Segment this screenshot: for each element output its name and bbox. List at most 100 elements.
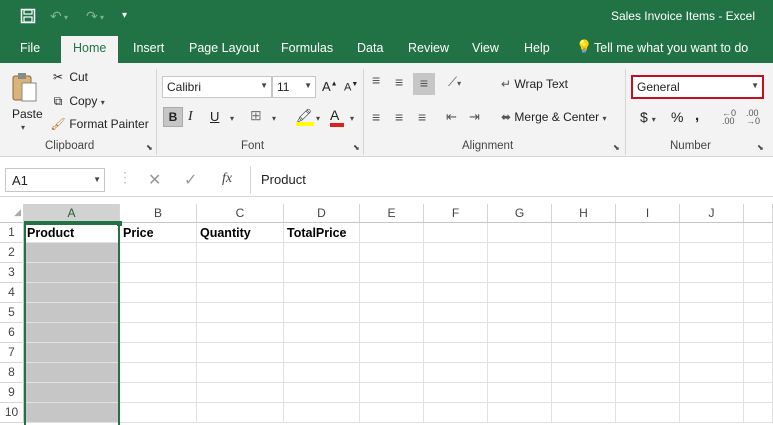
col-header-k[interactable] bbox=[744, 204, 773, 223]
cell-k5[interactable] bbox=[744, 303, 773, 323]
align-left-icon[interactable]: ≡ bbox=[372, 109, 380, 125]
cell-a6[interactable] bbox=[24, 323, 120, 343]
cell-k2[interactable] bbox=[744, 243, 773, 263]
cell-i10[interactable] bbox=[616, 403, 680, 423]
cell-a4[interactable] bbox=[24, 283, 120, 303]
cell-h9[interactable] bbox=[552, 383, 616, 403]
cell-h4[interactable] bbox=[552, 283, 616, 303]
increase-font-icon[interactable]: A▲ bbox=[322, 79, 338, 94]
cell-a1[interactable]: Product bbox=[24, 223, 120, 243]
paste-icon[interactable] bbox=[10, 71, 42, 105]
tab-view[interactable]: View bbox=[472, 41, 499, 55]
cell-e5[interactable] bbox=[360, 303, 424, 323]
cell-f6[interactable] bbox=[424, 323, 488, 343]
cell-j3[interactable] bbox=[680, 263, 744, 283]
cell-g7[interactable] bbox=[488, 343, 552, 363]
row-header[interactable]: 4 bbox=[0, 283, 24, 303]
cell-e10[interactable] bbox=[360, 403, 424, 423]
cell-d4[interactable] bbox=[284, 283, 360, 303]
number-format-combo[interactable]: General ▼ bbox=[631, 75, 764, 99]
cell-d5[interactable] bbox=[284, 303, 360, 323]
row-header[interactable]: 5 bbox=[0, 303, 24, 323]
col-header-i[interactable]: I bbox=[616, 204, 680, 223]
decrease-font-icon[interactable]: A▼ bbox=[344, 81, 358, 94]
row-header[interactable]: 10 bbox=[0, 403, 24, 423]
cell-h3[interactable] bbox=[552, 263, 616, 283]
cell-c3[interactable] bbox=[197, 263, 284, 283]
cell-e1[interactable] bbox=[360, 223, 424, 243]
cell-j1[interactable] bbox=[680, 223, 744, 243]
font-color-icon[interactable]: A bbox=[330, 107, 344, 127]
cell-a8[interactable] bbox=[24, 363, 120, 383]
align-bottom-icon[interactable]: ≡ bbox=[413, 73, 435, 95]
cell-b5[interactable] bbox=[120, 303, 197, 323]
cell-e3[interactable] bbox=[360, 263, 424, 283]
cell-h7[interactable] bbox=[552, 343, 616, 363]
cell-g6[interactable] bbox=[488, 323, 552, 343]
insert-function-icon[interactable]: fx bbox=[222, 171, 232, 187]
enter-icon[interactable]: ✓ bbox=[184, 170, 197, 190]
cell-d7[interactable] bbox=[284, 343, 360, 363]
align-middle-icon[interactable]: ≡ bbox=[395, 74, 403, 90]
cell-c5[interactable] bbox=[197, 303, 284, 323]
cell-k3[interactable] bbox=[744, 263, 773, 283]
col-header-e[interactable]: E bbox=[360, 204, 424, 223]
tab-review[interactable]: Review bbox=[408, 41, 449, 55]
redo-icon[interactable]: ↷ bbox=[86, 8, 98, 25]
italic-button[interactable]: I bbox=[188, 109, 193, 125]
align-center-icon[interactable]: ≡ bbox=[395, 109, 403, 125]
cell-d3[interactable] bbox=[284, 263, 360, 283]
paste-button[interactable]: Paste bbox=[12, 107, 43, 121]
copy-button[interactable]: ⧉ Copy ▾ bbox=[50, 94, 105, 109]
cell-b10[interactable] bbox=[120, 403, 197, 423]
tell-me-search[interactable]: Tell me what you want to do bbox=[594, 41, 748, 55]
cell-k9[interactable] bbox=[744, 383, 773, 403]
cell-c1[interactable]: Quantity bbox=[197, 223, 284, 243]
font-color-dropdown-icon[interactable]: ▾ bbox=[350, 114, 354, 123]
row-header[interactable]: 6 bbox=[0, 323, 24, 343]
wrap-text-button[interactable]: ↵ Wrap Text bbox=[501, 77, 568, 91]
tab-home[interactable]: Home bbox=[61, 36, 119, 63]
cell-i8[interactable] bbox=[616, 363, 680, 383]
name-box[interactable]: A1 ▼ bbox=[5, 168, 105, 192]
number-launcher-icon[interactable]: ⬊ bbox=[757, 143, 764, 152]
underline-button[interactable]: U bbox=[210, 109, 219, 124]
row-header[interactable]: 9 bbox=[0, 383, 24, 403]
cell-k4[interactable] bbox=[744, 283, 773, 303]
comma-button[interactable]: , bbox=[695, 107, 699, 124]
cell-j10[interactable] bbox=[680, 403, 744, 423]
fill-handle[interactable] bbox=[117, 221, 122, 226]
row-header[interactable]: 3 bbox=[0, 263, 24, 283]
redo-dropdown-icon[interactable]: ▾ bbox=[100, 13, 104, 22]
cell-k10[interactable] bbox=[744, 403, 773, 423]
cell-g1[interactable] bbox=[488, 223, 552, 243]
cell-d10[interactable] bbox=[284, 403, 360, 423]
cell-h8[interactable] bbox=[552, 363, 616, 383]
cell-i9[interactable] bbox=[616, 383, 680, 403]
tab-insert[interactable]: Insert bbox=[133, 41, 164, 55]
cell-i3[interactable] bbox=[616, 263, 680, 283]
col-header-h[interactable]: H bbox=[552, 204, 616, 223]
cell-i6[interactable] bbox=[616, 323, 680, 343]
cell-d8[interactable] bbox=[284, 363, 360, 383]
cell-b6[interactable] bbox=[120, 323, 197, 343]
cell-f9[interactable] bbox=[424, 383, 488, 403]
cell-f5[interactable] bbox=[424, 303, 488, 323]
font-launcher-icon[interactable]: ⬊ bbox=[353, 143, 360, 152]
cell-i2[interactable] bbox=[616, 243, 680, 263]
cell-h10[interactable] bbox=[552, 403, 616, 423]
undo-icon[interactable]: ↶ bbox=[50, 8, 62, 25]
cell-b2[interactable] bbox=[120, 243, 197, 263]
select-all-corner[interactable]: ◢ bbox=[0, 204, 24, 223]
align-right-icon[interactable]: ≡ bbox=[418, 109, 426, 125]
borders-icon[interactable]: ⊞ bbox=[250, 107, 262, 124]
cell-j2[interactable] bbox=[680, 243, 744, 263]
cell-i5[interactable] bbox=[616, 303, 680, 323]
undo-dropdown-icon[interactable]: ▾ bbox=[64, 13, 68, 22]
cell-j7[interactable] bbox=[680, 343, 744, 363]
cell-g9[interactable] bbox=[488, 383, 552, 403]
cell-b3[interactable] bbox=[120, 263, 197, 283]
col-header-a[interactable]: A bbox=[24, 204, 120, 223]
cell-h5[interactable] bbox=[552, 303, 616, 323]
decrease-decimal-icon[interactable]: .00 →0 bbox=[746, 109, 760, 126]
